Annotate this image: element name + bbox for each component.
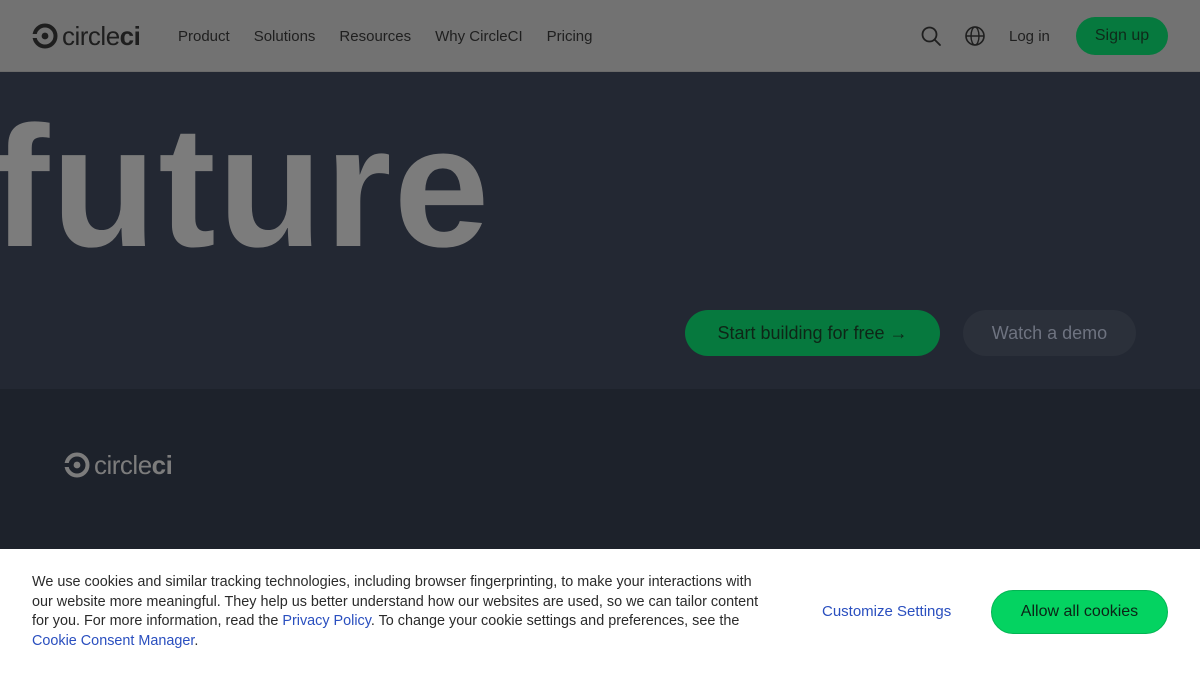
login-link[interactable]: Log in — [1009, 26, 1050, 48]
footer-logo-wordmark: circleci — [94, 450, 173, 480]
footer-circleci-logo[interactable]: circleci — [64, 450, 173, 480]
watch-demo-button[interactable]: Watch a demo — [963, 310, 1136, 356]
page: circleci Product Solutions Resources Why… — [0, 0, 1200, 675]
allow-all-cookies-button[interactable]: Allow all cookies — [991, 590, 1168, 634]
circleci-logo-icon — [32, 23, 58, 49]
logo-wordmark: circleci — [62, 21, 141, 51]
nav-item-resources[interactable]: Resources — [339, 26, 411, 48]
globe-icon[interactable] — [964, 25, 986, 47]
start-building-button[interactable]: Start building for free → — [685, 310, 940, 356]
nav-item-why-circleci[interactable]: Why CircleCI — [435, 26, 523, 48]
privacy-policy-link[interactable]: Privacy Policy — [282, 613, 371, 629]
main-nav: Product Solutions Resources Why CircleCI… — [178, 26, 593, 48]
footer-logo-icon — [64, 452, 90, 478]
cookie-banner: We use cookies and similar tracking tech… — [0, 549, 1200, 675]
hero-section: future Start building for free → Watch a… — [0, 72, 1200, 389]
cookie-notice-text: We use cookies and similar tracking tech… — [32, 574, 759, 649]
customize-settings-button[interactable]: Customize Settings — [822, 601, 951, 623]
circleci-logo[interactable]: circleci — [32, 21, 141, 51]
nav-item-product[interactable]: Product — [178, 26, 230, 48]
nav-item-solutions[interactable]: Solutions — [254, 26, 316, 48]
site-header: circleci Product Solutions Resources Why… — [0, 0, 1200, 72]
nav-item-pricing[interactable]: Pricing — [547, 26, 593, 48]
search-icon[interactable] — [920, 25, 942, 47]
signup-button[interactable]: Sign up — [1076, 17, 1168, 55]
cookie-consent-manager-link[interactable]: Cookie Consent Manager — [32, 633, 194, 649]
hero-headline-word: future — [0, 91, 492, 283]
